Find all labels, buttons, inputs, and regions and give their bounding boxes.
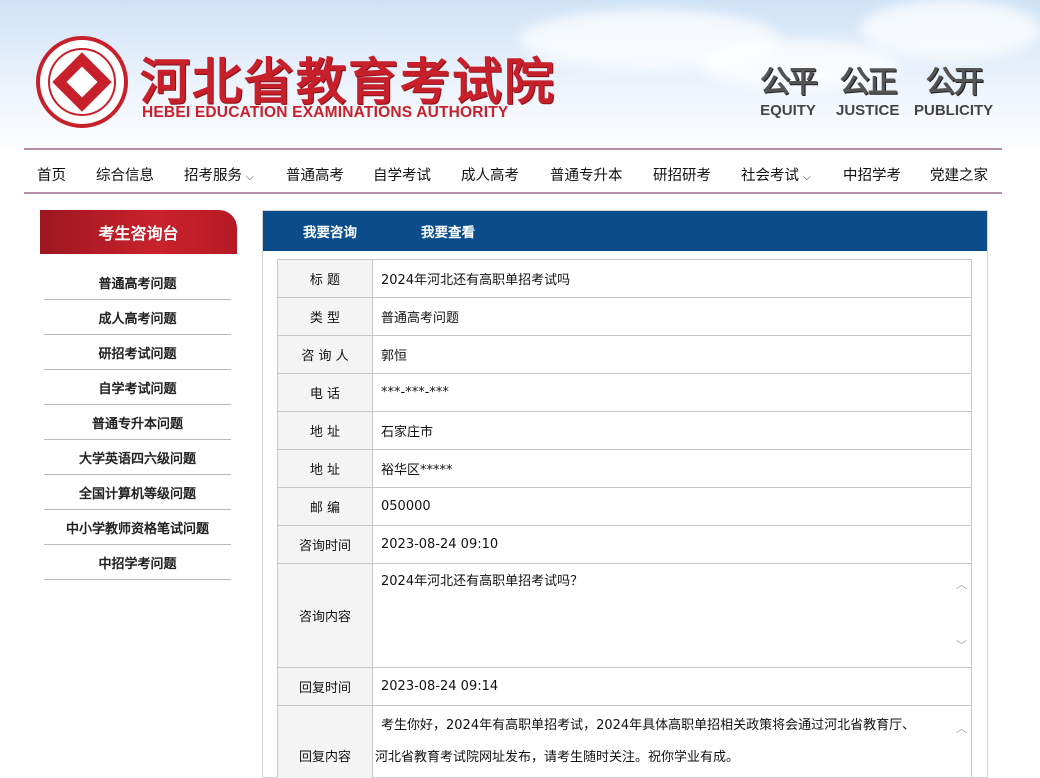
reply-line: 河北省教育考试院网址发布，请考生随时关注。祝你学业有成。 [375,750,740,765]
sidebar-item-postgrad[interactable]: 研招考试问题 [44,335,231,370]
sidebar-title: 考生咨询台 [40,210,237,254]
motto-en: PUBLICITY [914,102,994,119]
motto-en: JUSTICE [836,102,900,119]
field-label: 标 题 [277,259,373,298]
nav-item-admission-services[interactable]: 招考服务 ⌵ [184,164,254,185]
tab-view[interactable]: 我要查看 [421,221,475,241]
field-value: 2024年河北还有高职单招考试吗 [372,259,972,298]
table-row: 地 址 裕华区***** [277,449,972,488]
table-row: 回复时间 2023-08-24 09:14 [277,667,972,706]
nav-item-home[interactable]: 首页 [37,164,66,185]
nav-item-self-study[interactable]: 自学考试 [373,164,431,185]
scroll-up-icon[interactable]: ︿ [956,720,967,736]
field-label: 地 址 [277,411,373,450]
nav-item-general-info[interactable]: 综合信息 [96,164,154,185]
field-value: 2023-08-24 09:14 [372,667,972,706]
main-panel: 我要咨询 我要查看 标 题 2024年河北还有高职单招考试吗 类 型 普通高考问… [262,210,988,778]
consultation-content-text: 2024年河北还有高职单招考试吗？ [381,574,584,589]
motto-cn: 公正 [839,65,898,100]
scroll-up-icon[interactable]: ︿ [956,576,967,592]
consultation-detail-table: 标 题 2024年河北还有高职单招考试吗 类 型 普通高考问题 咨 询 人 郭恒… [277,259,972,778]
main-nav: 首页 综合信息 招考服务 ⌵ 普通高考 自学考试 成人高考 普通专升本 研招研考 … [24,148,1002,194]
chevron-down-icon: ⌵ [803,172,811,183]
table-row: 邮 编 050000 [277,487,972,526]
field-label: 电 话 [277,373,373,412]
nav-item-adult-exam[interactable]: 成人高考 [461,164,519,185]
field-label: 咨询时间 [277,525,373,564]
table-row: 电 话 ***-***-*** [277,373,972,412]
field-label: 回复时间 [277,667,373,706]
motto-equity: 公平 EQUITY [760,64,818,120]
consultation-content-area[interactable]: 2024年河北还有高职单招考试吗？ ︿ ﹀ [372,563,972,668]
table-row: 咨询时间 2023-08-24 09:10 [277,525,972,564]
field-value: ***-***-*** [372,373,972,412]
sidebar-item-gaokao[interactable]: 普通高考问题 [44,265,231,300]
motto-justice: 公正 JUSTICE [836,64,899,120]
nav-item-upgrade[interactable]: 普通专升本 [550,164,623,185]
site-header: 河北省教育考试院 HEBEI EDUCATION EXAMINATIONS AU… [0,0,1040,148]
table-row: 咨 询 人 郭恒 [277,335,972,374]
field-value: 郭恒 [372,335,972,374]
sidebar-list: 普通高考问题 成人高考问题 研招考试问题 自学考试问题 普通专升本问题 大学英语… [44,265,231,580]
field-label: 邮 编 [277,487,373,526]
sidebar-item-teacher[interactable]: 中小学教师资格笔试问题 [44,510,231,545]
table-row: 标 题 2024年河北还有高职单招考试吗 [277,259,972,298]
table-row: 咨询内容 2024年河北还有高职单招考试吗？ ︿ ﹀ [277,563,972,668]
motto-cn: 公开 [925,65,984,100]
logo-seal-icon[interactable] [36,36,128,128]
field-value: 050000 [372,487,972,526]
reply-line: 考生你好，2024年有高职单招考试，2024年具体高职单招相关政策将会通过河北省… [381,718,916,733]
sidebar-item-upgrade[interactable]: 普通专升本问题 [44,405,231,440]
motto-publicity: 公开 PUBLICITY [914,64,993,120]
nav-item-postgrad[interactable]: 研招研考 [653,164,711,185]
field-value: 普通高考问题 [372,297,972,336]
field-label: 咨询内容 [277,563,373,668]
field-label: 咨 询 人 [277,335,373,374]
table-row: 类 型 普通高考问题 [277,297,972,336]
sidebar-item-cet[interactable]: 大学英语四六级问题 [44,440,231,475]
field-label: 地 址 [277,449,373,488]
motto-cn: 公平 [760,65,818,100]
tab-ask[interactable]: 我要咨询 [303,221,357,241]
cloud-decoration [860,0,1040,60]
field-value: 2023-08-24 09:10 [372,525,972,564]
nav-item-gaokao[interactable]: 普通高考 [286,164,344,185]
sidebar-item-zhongkao[interactable]: 中招学考问题 [44,545,231,580]
sidebar-item-ncre[interactable]: 全国计算机等级问题 [44,475,231,510]
field-value: 石家庄市 [372,411,972,450]
scroll-down-icon[interactable]: ﹀ [956,637,967,653]
field-value: 裕华区***** [372,449,972,488]
nav-item-party[interactable]: 党建之家 [930,164,988,185]
field-label: 回复内容 [277,705,373,778]
table-row: 回复内容 考生你好，2024年有高职单招考试，2024年具体高职单招相关政策将会… [277,705,972,778]
site-subtitle: HEBEI EDUCATION EXAMINATIONS AUTHORITY [142,104,509,121]
reply-content-area[interactable]: 考生你好，2024年有高职单招考试，2024年具体高职单招相关政策将会通过河北省… [372,705,972,778]
chevron-down-icon: ⌵ [246,172,254,183]
motto-en: EQUITY [760,102,816,119]
tab-bar: 我要咨询 我要查看 [263,211,987,251]
sidebar-item-adult[interactable]: 成人高考问题 [44,300,231,335]
nav-item-social-exam[interactable]: 社会考试 ⌵ [741,164,811,185]
field-label: 类 型 [277,297,373,336]
sidebar-item-self-study[interactable]: 自学考试问题 [44,370,231,405]
table-row: 地 址 石家庄市 [277,411,972,450]
nav-item-zhongkao[interactable]: 中招学考 [843,164,901,185]
